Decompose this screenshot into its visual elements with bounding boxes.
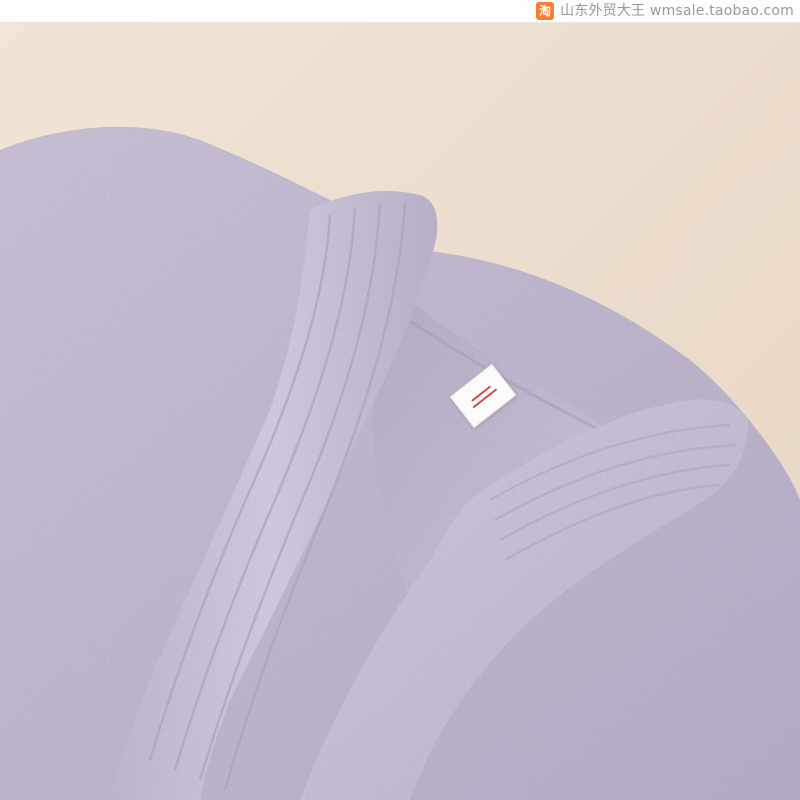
watermark: 淘 山东外贸大王 wmsale.taobao.com: [536, 2, 794, 20]
watermark-text: 山东外贸大王 wmsale.taobao.com: [560, 3, 794, 19]
taobao-icon: 淘: [536, 2, 555, 20]
product-photo: [0, 0, 800, 800]
watermark-bar: 淘 山东外贸大王 wmsale.taobao.com: [0, 0, 800, 23]
robe-illustration: [0, 0, 800, 800]
